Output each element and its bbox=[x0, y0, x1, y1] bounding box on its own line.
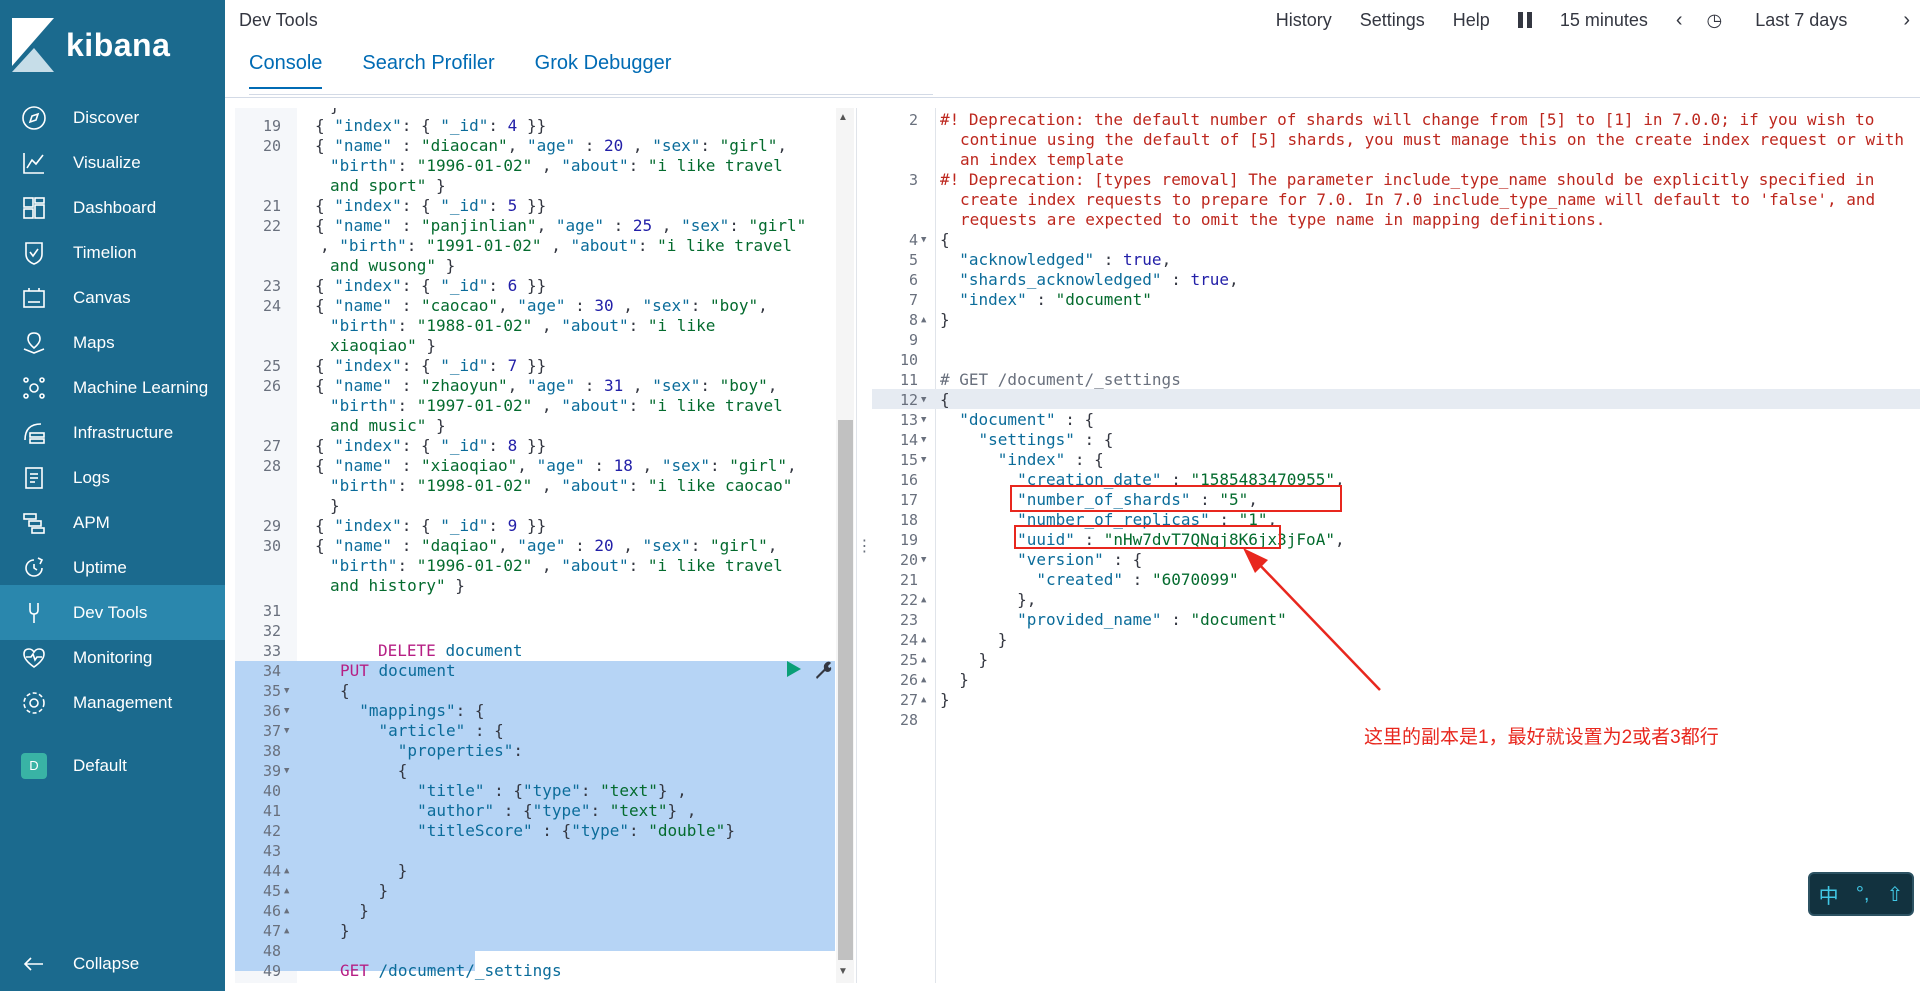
chevron-left-icon[interactable]: ‹ bbox=[1676, 9, 1683, 32]
collapse-button[interactable]: Collapse bbox=[0, 936, 225, 991]
page-title: Dev Tools bbox=[239, 10, 318, 30]
apm-icon bbox=[20, 509, 48, 537]
annotation-arrow bbox=[1243, 548, 1381, 691]
ime-mode[interactable]: 中 bbox=[1819, 880, 1839, 909]
wrench-icon[interactable] bbox=[813, 660, 833, 680]
ime-shift-icon[interactable]: ⇧ bbox=[1887, 882, 1904, 907]
map-icon bbox=[20, 329, 48, 357]
brand[interactable]: kibana bbox=[0, 0, 225, 90]
annotation-note: 这里的副本是1，最好就设置为2或者3都行 bbox=[1364, 727, 1719, 748]
chart-icon bbox=[20, 149, 48, 177]
sidebar-item-label: Dashboard bbox=[73, 197, 157, 217]
annotation-box-creation-date bbox=[1010, 485, 1342, 512]
sidebar-item-label: Timelion bbox=[73, 242, 137, 262]
uptime-icon bbox=[20, 554, 48, 582]
logs-icon bbox=[20, 464, 48, 492]
sidebar-item-label: Infrastructure bbox=[73, 422, 174, 442]
tab-search-profiler[interactable]: Search Profiler bbox=[362, 52, 494, 89]
infra-icon bbox=[20, 419, 48, 447]
sidebar-item-label: Machine Learning bbox=[73, 377, 209, 397]
send-request-play-icon[interactable] bbox=[787, 661, 801, 677]
scroll-up-arrow-icon[interactable]: ▲ bbox=[838, 112, 848, 123]
time-range-picker[interactable]: ◷ Last 7 days bbox=[1707, 10, 1876, 31]
sidebar-item-management[interactable]: Management bbox=[0, 675, 225, 730]
editor-scroll-thumb[interactable] bbox=[838, 420, 853, 960]
sidebar-item-label: Dev Tools bbox=[73, 602, 148, 622]
sidebar-item-label: Logs bbox=[73, 467, 110, 487]
tab-grok-debugger[interactable]: Grok Debugger bbox=[535, 52, 672, 89]
tabs-divider bbox=[249, 94, 933, 95]
history-link[interactable]: History bbox=[1276, 10, 1332, 31]
time-range-label: Last 7 days bbox=[1755, 9, 1848, 30]
compass-icon bbox=[20, 104, 48, 132]
ime-punct[interactable]: °, bbox=[1856, 883, 1870, 906]
sidebar: kibana Discover Visualize Dashboard Time… bbox=[0, 0, 225, 991]
scroll-down-arrow-icon[interactable]: ▼ bbox=[838, 966, 848, 977]
devtools-icon bbox=[20, 599, 48, 627]
tab-console[interactable]: Console bbox=[249, 52, 323, 89]
monitoring-icon bbox=[20, 644, 48, 672]
request-editor[interactable]: } 19{ "index": { "_id": 4 }} 20{ "name" … bbox=[235, 108, 850, 983]
space-label: Default bbox=[73, 755, 127, 775]
brand-name: kibana bbox=[66, 26, 171, 63]
collapse-label: Collapse bbox=[73, 953, 140, 973]
gear-icon bbox=[20, 689, 48, 717]
sidebar-item-label: Canvas bbox=[73, 287, 131, 307]
tabs: Console Search Profiler Grok Debugger bbox=[249, 52, 711, 89]
header-actions: History Settings Help 15 minutes ‹ ◷ Las… bbox=[1276, 0, 1920, 40]
refresh-interval[interactable]: 15 minutes bbox=[1560, 10, 1648, 31]
ime-toolbar[interactable]: 中 °, ⇧ bbox=[1808, 872, 1914, 916]
sidebar-item-label: APM bbox=[73, 512, 110, 532]
space-avatar: D bbox=[20, 752, 48, 780]
ml-icon bbox=[20, 374, 48, 402]
kibana-logo-icon bbox=[12, 18, 54, 72]
space-badge: D bbox=[21, 752, 47, 779]
sidebar-item-label: Uptime bbox=[73, 557, 127, 577]
header: Dev Tools History Settings Help 15 minut… bbox=[225, 0, 1920, 98]
settings-link[interactable]: Settings bbox=[1360, 10, 1425, 31]
sidebar-item-label: Visualize bbox=[73, 152, 141, 172]
help-link[interactable]: Help bbox=[1453, 10, 1490, 31]
output-active-line bbox=[872, 389, 1920, 409]
pane-resizer[interactable]: ⋮ bbox=[856, 108, 873, 983]
chevron-right-icon[interactable]: › bbox=[1903, 9, 1910, 32]
sidebar-item-label: Discover bbox=[73, 107, 140, 127]
pause-icon[interactable] bbox=[1517, 12, 1532, 28]
arrow-left-icon bbox=[20, 950, 48, 978]
sidebar-item-label: Maps bbox=[73, 332, 115, 352]
shield-icon bbox=[20, 239, 48, 267]
space-selector[interactable]: D Default bbox=[0, 738, 225, 793]
canvas-icon bbox=[20, 284, 48, 312]
kibana-app: kibana Discover Visualize Dashboard Time… bbox=[0, 0, 1920, 991]
clock-icon: ◷ bbox=[1706, 9, 1728, 30]
sidebar-item-label: Monitoring bbox=[73, 647, 153, 667]
dashboard-icon bbox=[20, 194, 48, 222]
sidebar-item-label: Management bbox=[73, 692, 173, 712]
